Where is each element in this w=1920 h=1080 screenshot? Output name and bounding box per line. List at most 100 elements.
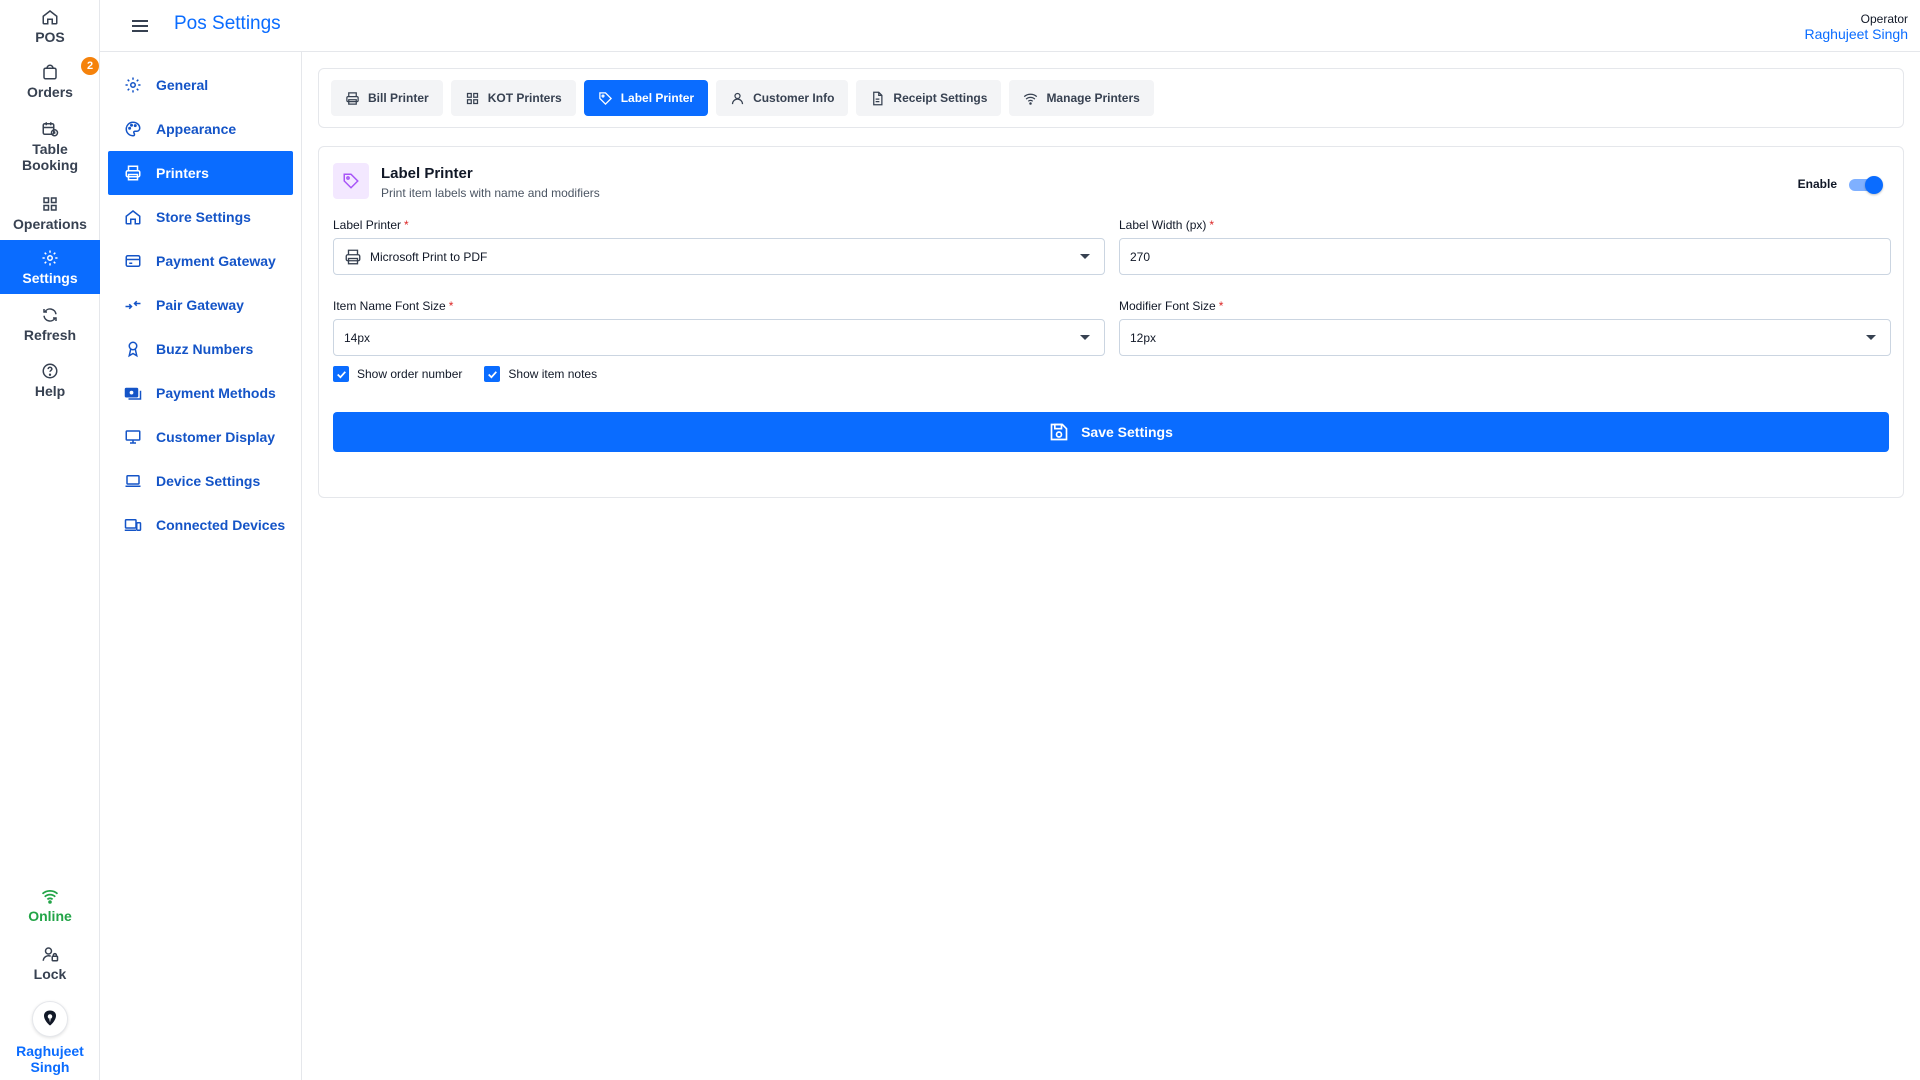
tab-customer-info[interactable]: Customer Info: [716, 80, 849, 116]
required-mark: *: [1218, 299, 1224, 313]
rail-refresh[interactable]: Refresh: [0, 302, 100, 346]
sidebar-item-printers[interactable]: Printers: [108, 151, 293, 195]
field-label: Modifier Font Size *: [1119, 299, 1891, 313]
show-item-notes-checkbox[interactable]: [484, 366, 501, 382]
bag-icon: [43, 64, 57, 79]
label-printer-field: Label Printer * Microsoft Print to PDF: [333, 218, 1105, 275]
label-width-control: [1119, 238, 1891, 275]
sidebar-item-label: Payment Methods: [156, 385, 276, 401]
printer-icon: [125, 165, 141, 181]
rail-settings-label: Settings: [22, 269, 78, 286]
sidebar-item-appearance[interactable]: Appearance: [108, 107, 293, 151]
page-title: Pos Settings: [174, 13, 281, 34]
checkbox-label: Show order number: [357, 367, 463, 381]
sidebar-item-label: Customer Display: [156, 429, 276, 445]
enable-toggle[interactable]: [1849, 175, 1883, 194]
sidebar-item-connected-devices[interactable]: Connected Devices: [108, 503, 293, 547]
tag-icon: [343, 173, 359, 189]
tab-label: KOT Printers: [487, 91, 562, 105]
rail-pos[interactable]: POS: [0, 4, 100, 48]
enable-label: Enable: [1797, 177, 1837, 191]
field-label-text: Label Printer: [333, 218, 402, 232]
sidebar-item-customer-display[interactable]: Customer Display: [108, 415, 293, 459]
field-label: Label Printer *: [333, 218, 1105, 232]
laptop-icon: [125, 475, 141, 487]
tab-label: Receipt Settings: [893, 91, 988, 105]
grid-icon: [466, 92, 478, 104]
rail-user-line1: Raghujeet: [16, 1043, 84, 1059]
gear-icon: [42, 250, 58, 265]
show-order-number-checkbox[interactable]: [333, 366, 349, 382]
guitar-pick-logo-icon: [44, 1010, 56, 1025]
printer-tabs: Bill Printer KOT Printers Label Printer …: [318, 68, 1904, 128]
save-settings-button[interactable]: Save Settings: [333, 412, 1889, 452]
modifier-font-select[interactable]: 12px: [1119, 319, 1891, 356]
tab-label: Manage Printers: [1046, 91, 1140, 105]
tab-label-printer[interactable]: Label Printer: [583, 80, 709, 116]
rail-table-booking[interactable]: Table Booking: [0, 116, 100, 176]
document-icon: [873, 91, 883, 105]
rail-settings[interactable]: Settings: [0, 240, 100, 294]
checkbox-row: Show order number Show item notes: [333, 366, 1889, 382]
sidebar-item-payment-gateway[interactable]: Payment Gateway: [108, 239, 293, 283]
rail-lock[interactable]: Lock: [0, 940, 100, 986]
hamburger-icon: [132, 20, 148, 32]
sidebar-item-store-settings[interactable]: Store Settings: [108, 195, 293, 239]
rail-refresh-label: Refresh: [23, 326, 77, 343]
check-icon: [487, 370, 497, 378]
sidebar-item-device-settings[interactable]: Device Settings: [108, 459, 293, 503]
tab-manage-printers[interactable]: Manage Printers: [1009, 80, 1154, 116]
sidebar-item-label: Appearance: [156, 121, 237, 137]
sidebar-item-payment-methods[interactable]: Payment Methods: [108, 371, 293, 415]
tab-receipt-settings[interactable]: Receipt Settings: [856, 80, 1002, 116]
sidebar-item-label: Printers: [156, 165, 209, 181]
sidebar-item-pair-gateway[interactable]: Pair Gateway: [108, 283, 293, 327]
required-mark: *: [1209, 218, 1215, 232]
required-mark: *: [404, 218, 409, 232]
grid-icon: [43, 196, 57, 211]
menu-toggle-button[interactable]: [128, 14, 152, 38]
orders-badge: 2: [81, 57, 99, 75]
label-width-input[interactable]: [1130, 249, 1880, 264]
card-heading: Label Printer Print item labels with nam…: [381, 163, 600, 200]
field-label: Item Name Font Size *: [333, 299, 1105, 313]
sidebar-item-label: Buzz Numbers: [156, 341, 254, 357]
operator-name: Raghujeet Singh: [1804, 26, 1908, 42]
sidebar-item-label: Payment Gateway: [156, 253, 276, 269]
field-label-text: Label Width (px): [1119, 218, 1207, 232]
required-mark: *: [448, 299, 454, 313]
card-subtitle: Print item labels with name and modifier…: [381, 186, 600, 200]
sidebar-item-general[interactable]: General: [108, 63, 293, 107]
sidebar-item-label: Connected Devices: [156, 517, 286, 533]
top-bar: Pos Settings Operator Raghujeet Singh: [100, 0, 1920, 52]
wifi-icon: [41, 889, 59, 904]
sidebar-item-label: Device Settings: [156, 473, 261, 489]
rail-help[interactable]: Help: [0, 358, 100, 402]
buzzer-icon: [128, 341, 138, 358]
modifier-font-field: Modifier Font Size * 12px: [1119, 299, 1891, 356]
tab-label: Label Printer: [620, 91, 695, 105]
tab-kot-printers[interactable]: KOT Printers: [450, 80, 576, 116]
show-order-number-option[interactable]: Show order number: [333, 366, 462, 382]
tab-bill-printer[interactable]: Bill Printer: [331, 80, 443, 116]
pair-arrows-icon: [125, 300, 141, 310]
operator-info: Operator Raghujeet Singh: [1804, 12, 1908, 42]
main-rail: POS Orders 2 Table Booking Operations Se…: [0, 0, 100, 1080]
rail-table-booking-line2: Booking: [22, 156, 78, 173]
card-title: Label Printer: [381, 165, 473, 182]
rail-operations[interactable]: Operations: [0, 190, 100, 236]
show-item-notes-option[interactable]: Show item notes: [484, 366, 597, 382]
rail-user-line2: Singh: [30, 1059, 70, 1075]
sidebar-item-buzz-numbers[interactable]: Buzz Numbers: [108, 327, 293, 371]
sidebar-item-label: Store Settings: [156, 209, 251, 225]
select-value: Microsoft Print to PDF: [370, 249, 488, 264]
check-icon: [336, 370, 346, 378]
palette-icon: [125, 121, 141, 137]
rail-table-booking-line1: Table: [32, 140, 68, 157]
user-icon: [731, 92, 744, 104]
item-font-select[interactable]: 14px: [333, 319, 1105, 356]
label-printer-select[interactable]: Microsoft Print to PDF: [333, 238, 1105, 275]
enable-control: Enable: [1797, 175, 1883, 194]
tab-label: Bill Printer: [368, 91, 429, 105]
rail-user-profile[interactable]: Raghujeet Singh: [0, 1000, 100, 1076]
